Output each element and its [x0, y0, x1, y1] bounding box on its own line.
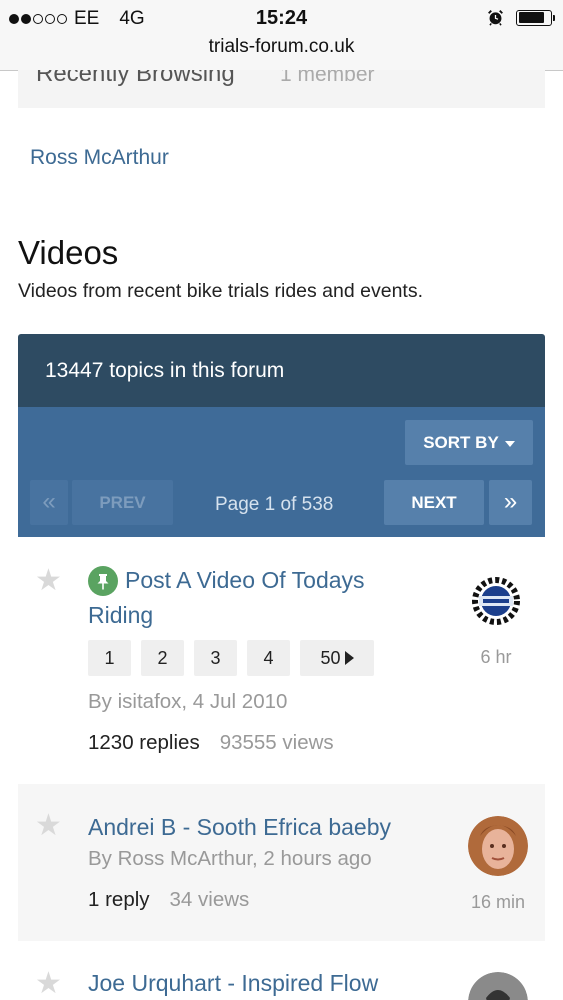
topic-meta: By Ross McArthur, 2 hours ago — [88, 847, 372, 870]
next-page-button[interactable]: NEXT — [384, 480, 484, 525]
topic-meta: By isitafox, 4 Jul 2010 — [88, 690, 288, 713]
sort-by-button[interactable]: SORT BY — [405, 420, 533, 465]
prev-page-button[interactable]: PREV — [72, 480, 173, 525]
play-arrow-icon — [344, 651, 354, 666]
topic-stats: 1 reply 34 views — [88, 888, 249, 912]
star-icon[interactable]: ★ — [35, 969, 62, 999]
reply-count: 1230 replies — [88, 731, 200, 754]
first-page-button[interactable]: « — [30, 480, 68, 525]
topic-title[interactable]: Joe Urquhart - Inspired Flow — [88, 966, 378, 1000]
page-link[interactable]: 4 — [247, 640, 290, 676]
topic-count: 13447 topics in this forum — [45, 359, 285, 382]
next-label: NEXT — [411, 493, 457, 512]
topic-title[interactable]: Post A Video Of Todays — [125, 563, 365, 598]
prev-label: PREV — [99, 493, 146, 512]
page-link[interactable]: 2 — [141, 640, 184, 676]
topic-title[interactable]: Andrei B - Sooth Efrica baeby — [88, 810, 391, 845]
status-right — [487, 9, 555, 26]
page-link-label: 50 — [320, 648, 341, 668]
forum-controls-bar: SORT BY « PREV Page 1 of 538 NEXT » — [18, 407, 545, 537]
view-count: 34 views — [169, 888, 250, 911]
double-chevron-right-icon: » — [503, 488, 518, 515]
topic-stats: 1230 replies 93555 views — [88, 731, 334, 755]
avatar[interactable] — [468, 972, 528, 1000]
topic-title-continued[interactable]: Riding — [88, 598, 153, 633]
caret-down-icon — [504, 440, 515, 447]
recently-browsing-title: Recently Browsing — [36, 70, 235, 87]
last-post-time: 16 min — [470, 892, 526, 912]
recently-browsing-count: 1 member — [280, 70, 375, 86]
topic-row[interactable]: ★ Joe Urquhart - Inspired Flow — [18, 942, 545, 1000]
avatar[interactable] — [468, 816, 528, 876]
page-indicator: Page 1 of 538 — [215, 494, 334, 515]
double-chevron-left-icon: « — [42, 488, 56, 515]
clock: 15:24 — [255, 7, 308, 29]
topic-row[interactable]: ★ Andrei B - Sooth Efrica baeby By Ross … — [18, 784, 545, 941]
page-link[interactable]: 1 — [88, 640, 131, 676]
member-link[interactable]: Ross McArthur — [30, 146, 169, 170]
address-bar[interactable]: trials-forum.co.uk — [0, 34, 563, 71]
topic-pagination: 1 2 3 4 50 — [88, 640, 374, 676]
battery-icon — [516, 9, 555, 26]
pin-icon — [88, 566, 118, 596]
avatar[interactable] — [466, 571, 526, 631]
star-icon[interactable]: ★ — [35, 566, 62, 596]
view-count: 93555 views — [219, 731, 334, 754]
url-text: trials-forum.co.uk — [208, 36, 355, 57]
last-page-button[interactable]: » — [489, 480, 532, 525]
alarm-icon — [488, 10, 503, 26]
star-icon[interactable]: ★ — [35, 811, 62, 841]
forum-title: Videos — [18, 234, 119, 271]
sort-by-label: SORT BY — [423, 433, 499, 452]
status-bar: EE 4G 15:24 — [0, 0, 563, 34]
last-page-link[interactable]: 50 — [300, 640, 374, 676]
reply-count: 1 reply — [88, 888, 150, 911]
topic-row[interactable]: ★ Post A Video Of Todays Riding 1 2 3 4 … — [18, 538, 545, 783]
recently-browsing-panel: Recently Browsing 1 member — [18, 70, 545, 108]
last-post-time: 6 hr — [480, 647, 512, 667]
page-link[interactable]: 3 — [194, 640, 237, 676]
forum-topic-header: 13447 topics in this forum — [18, 334, 545, 407]
forum-description: Videos from recent bike trials rides and… — [18, 280, 424, 302]
